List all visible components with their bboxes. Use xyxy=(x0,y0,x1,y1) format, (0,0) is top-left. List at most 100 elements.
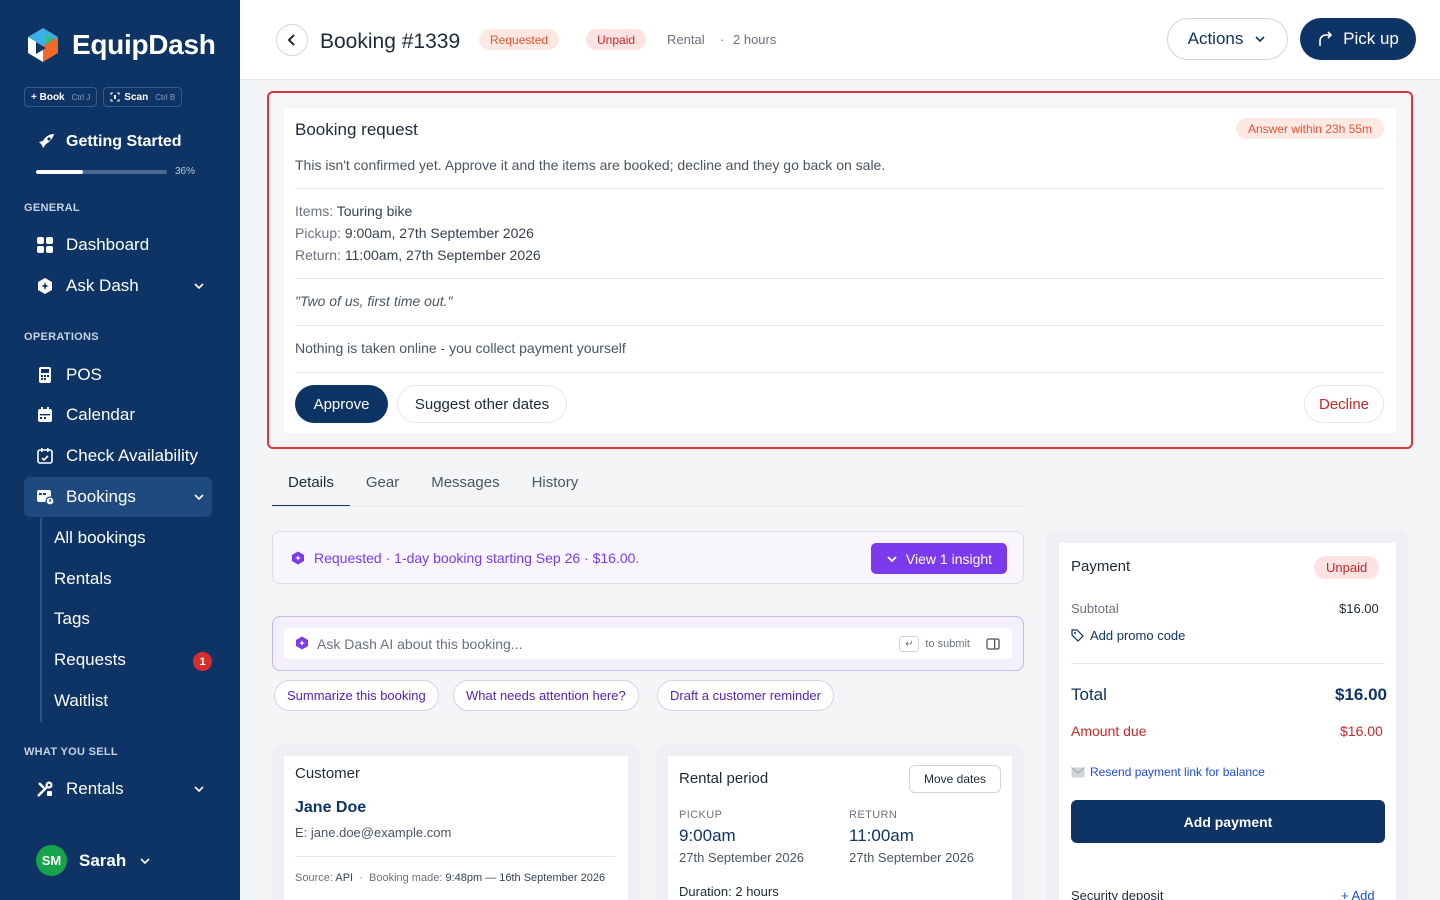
bookings-icon xyxy=(36,488,54,506)
ask-dash-input-wrap: ↵ to submit xyxy=(284,628,1012,659)
back-button[interactable] xyxy=(276,24,308,56)
hexagon-ai-icon xyxy=(292,551,304,565)
section-general: GENERAL xyxy=(24,202,80,214)
customer-source: Source: API · Booking made: 9:48pm — 16t… xyxy=(295,872,606,884)
getting-started-link[interactable]: Getting Started xyxy=(36,132,182,152)
sidebar-panel-icon[interactable] xyxy=(986,637,1000,651)
booking-made-label: Booking made: xyxy=(369,872,443,884)
tab-gear[interactable]: Gear xyxy=(350,466,415,507)
tab-details[interactable]: Details xyxy=(272,466,350,507)
nav-bookings-label: Bookings xyxy=(66,487,136,506)
chevron-down-icon xyxy=(194,283,204,290)
divider xyxy=(295,856,615,857)
rental-period-title: Rental period xyxy=(679,770,769,787)
move-dates-button[interactable]: Move dates xyxy=(909,765,1001,793)
chevron-down-icon xyxy=(140,857,150,864)
rocket-icon xyxy=(39,134,54,148)
nav-rentals-label: Rentals xyxy=(66,779,124,798)
suggestion-chip-attention[interactable]: What needs attention here? xyxy=(453,680,639,711)
nav-rentals-sub[interactable]: Rentals xyxy=(54,569,112,589)
avatar: SM xyxy=(36,845,67,876)
quick-book-label: + Book xyxy=(31,91,65,103)
getting-started-label: Getting Started xyxy=(66,133,182,150)
request-intro: This isn't confirmed yet. Approve it and… xyxy=(295,157,886,173)
scan-icon xyxy=(110,92,120,102)
app-logo[interactable]: EquipDash xyxy=(24,26,216,64)
nav-rentals[interactable]: Rentals xyxy=(24,769,212,809)
payment-note: Nothing is taken online - you collect pa… xyxy=(295,340,626,356)
security-deposit-label: Security deposit xyxy=(1071,888,1164,900)
resend-payment-link[interactable]: Resend payment link for balance xyxy=(1071,765,1265,779)
nav-bookings[interactable]: Bookings xyxy=(24,477,212,517)
chevron-down-icon xyxy=(194,494,204,501)
subtotal-label: Subtotal xyxy=(1071,601,1119,616)
ask-dash-box: ↵ to submit xyxy=(272,616,1024,671)
payment-title: Payment xyxy=(1071,558,1131,575)
quick-scan-label: Scan xyxy=(124,91,149,103)
user-menu[interactable]: SM Sarah xyxy=(36,845,152,876)
nav-requests[interactable]: Requests xyxy=(54,650,126,670)
nav-calendar-label: Calendar xyxy=(66,405,135,424)
meta-separator: · xyxy=(720,32,725,47)
page-header: Booking #1339 Requested Unpaid Rental · … xyxy=(240,0,1440,80)
hexagon-ai-icon xyxy=(36,277,54,295)
return-label: RETURN xyxy=(849,809,898,821)
customer-name-link[interactable]: Jane Doe xyxy=(295,799,366,817)
suggestion-chip-summarize[interactable]: Summarize this booking xyxy=(274,680,439,711)
decline-button[interactable]: Decline xyxy=(1304,385,1384,423)
request-pickup-row: Pickup: 9:00am, 27th September 2026 xyxy=(295,225,534,241)
nav-pos[interactable]: POS xyxy=(24,355,212,395)
nav-ask-dash-label: Ask Dash xyxy=(66,276,139,295)
return-row-label: Return: xyxy=(295,247,341,263)
resend-payment-label: Resend payment link for balance xyxy=(1090,765,1265,779)
arrow-up-right-icon xyxy=(1319,31,1333,46)
pickup-button[interactable]: Pick up xyxy=(1300,18,1416,60)
status-badge: Requested xyxy=(479,29,560,50)
submenu-guide-line xyxy=(40,518,42,722)
tab-history[interactable]: History xyxy=(516,466,595,507)
grid-icon xyxy=(36,236,54,254)
add-payment-button[interactable]: Add payment xyxy=(1071,800,1385,843)
return-row-value: 11:00am, 27th September 2026 xyxy=(344,247,541,263)
nav-dashboard-label: Dashboard xyxy=(66,235,150,254)
booking-request-title: Booking request xyxy=(295,120,418,139)
return-date: 27th September 2026 xyxy=(849,850,975,865)
calendar-icon xyxy=(36,406,54,424)
nav-tags[interactable]: Tags xyxy=(54,609,90,629)
payment-status-badge: Unpaid xyxy=(586,29,647,50)
divider xyxy=(295,278,1384,279)
approve-button[interactable]: Approve xyxy=(295,385,388,423)
suggestion-chip-reminder[interactable]: Draft a customer reminder xyxy=(657,680,834,711)
add-promo-code-label: Add promo code xyxy=(1090,628,1186,643)
nav-waitlist[interactable]: Waitlist xyxy=(54,691,108,711)
payment-status-badge: Unpaid xyxy=(1314,556,1380,579)
section-what-you-sell: WHAT YOU SELL xyxy=(24,746,118,758)
ask-dash-input[interactable] xyxy=(317,628,877,659)
calendar-check-icon xyxy=(36,447,54,465)
add-promo-code-link[interactable]: Add promo code xyxy=(1071,628,1185,643)
section-operations: OPERATIONS xyxy=(24,331,99,343)
actions-button[interactable]: Actions xyxy=(1167,18,1288,60)
booking-made-value: 9:48pm — 16th September 2026 xyxy=(445,872,606,884)
return-time: 11:00am xyxy=(849,826,914,845)
tools-icon xyxy=(36,780,54,798)
tab-messages[interactable]: Messages xyxy=(415,466,515,507)
pickup-label: Pick up xyxy=(1343,29,1399,48)
nav-check-availability[interactable]: Check Availability xyxy=(24,436,212,476)
progress-fill xyxy=(36,170,84,174)
envelope-icon xyxy=(1071,766,1085,777)
nav-calendar[interactable]: Calendar xyxy=(24,395,212,435)
nav-dashboard[interactable]: Dashboard xyxy=(24,225,212,265)
nav-ask-dash[interactable]: Ask Dash xyxy=(24,266,212,306)
booking-duration: 2 hours xyxy=(733,32,777,47)
nav-all-bookings[interactable]: All bookings xyxy=(54,528,146,548)
quick-scan-button[interactable]: Scan Ctrl B xyxy=(103,87,183,107)
view-insight-button[interactable]: View 1 insight xyxy=(871,543,1007,574)
sidebar: EquipDash + Book Ctrl J Scan Ctrl B Gett… xyxy=(0,0,240,900)
quick-book-button[interactable]: + Book Ctrl J xyxy=(24,87,98,107)
add-deposit-link[interactable]: + Add xyxy=(1341,888,1375,900)
request-return-row: Return: 11:00am, 27th September 2026 xyxy=(295,247,541,263)
actions-label: Actions xyxy=(1187,29,1244,48)
source-label: Source: xyxy=(295,872,333,884)
suggest-dates-button[interactable]: Suggest other dates xyxy=(397,385,567,423)
